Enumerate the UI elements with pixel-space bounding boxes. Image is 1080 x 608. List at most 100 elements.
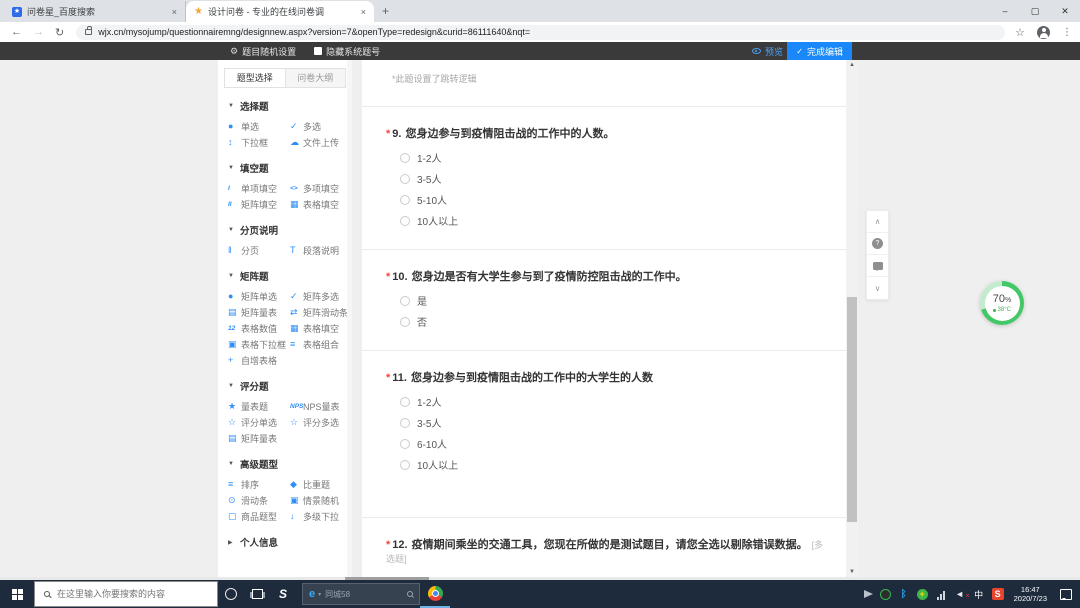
option-row[interactable]: 10人以上 (400, 454, 826, 475)
sidebar-item[interactable]: + 自增表格 (228, 352, 290, 368)
question-block[interactable]: *12.疫情期间乘坐的交通工具，您现在所做的是测试题目，请您全选以剔除错误数据。… (362, 518, 846, 577)
radio-icon[interactable] (400, 460, 410, 470)
sidebar-item[interactable]: ↓ 多级下拉 (290, 508, 350, 524)
sidebar-item[interactable]: ↕ 下拉框 (228, 134, 290, 150)
sidebar-item[interactable]: ▢ 商品题型 (228, 508, 290, 524)
sidebar-item[interactable]: NPS NPS量表 (290, 398, 350, 414)
sidebar-section-header[interactable]: ▼ 填空题 (228, 162, 352, 174)
scroll-up-icon[interactable]: ▲ (846, 60, 858, 70)
maximize-icon[interactable]: ▢ (1020, 6, 1050, 17)
taskbar-news-widget[interactable]: e ▾ 同城58 (302, 583, 420, 605)
question-block[interactable]: *11.您身边参与到疫情阻击战的工作中的大学生的人数 1-2人 3-5人 6-1… (362, 351, 846, 518)
profile-avatar-icon[interactable] (1037, 26, 1050, 39)
sidebar-item[interactable]: <> 多项填空 (290, 180, 350, 196)
sidebar-item[interactable]: I 单项填空 (228, 180, 290, 196)
radio-icon[interactable] (400, 397, 410, 407)
pinned-app-button[interactable]: S (270, 580, 296, 608)
close-icon[interactable]: ✕ (1050, 6, 1080, 17)
radio-icon[interactable] (400, 439, 410, 449)
sidebar-item[interactable]: ▤ 矩阵量表 (228, 304, 290, 320)
tab-question-types[interactable]: 题型选择 (224, 68, 286, 88)
sidebar-item[interactable]: ⇄ 矩阵滑动条 (290, 304, 350, 320)
scroll-bottom-button[interactable]: ∨ (867, 277, 888, 299)
option-row[interactable]: 1-2人 (400, 147, 826, 168)
sidebar-item[interactable]: II 矩阵填空 (228, 196, 290, 212)
editor-scrollbar[interactable]: ▲ ▼ (846, 60, 858, 577)
sidebar-section-header[interactable]: ▼ 评分题 (228, 380, 352, 392)
sidebar-item[interactable]: ☁ 文件上传 (290, 134, 350, 150)
sidebar-item[interactable]: ▦ 表格填空 (290, 320, 350, 336)
sidebar-item[interactable]: ‖ 分页 (228, 242, 290, 258)
option-row[interactable]: 否 (400, 311, 826, 332)
radio-icon[interactable] (400, 153, 410, 163)
radio-icon[interactable] (400, 174, 410, 184)
browser-tab-2-active[interactable]: ★ 设计问卷 - 专业的在线问卷调 × (186, 1, 374, 22)
search-input[interactable] (57, 589, 207, 599)
finish-edit-button[interactable]: ✓ 完成编辑 (787, 42, 852, 60)
refresh-icon[interactable]: ↻ (55, 26, 64, 39)
option-row[interactable]: 3-5人 (400, 412, 826, 433)
sidebar-item[interactable]: ☆ 评分单选 (228, 414, 290, 430)
sidebar-item[interactable]: ⊙ 滑动条 (228, 492, 290, 508)
radio-icon[interactable] (400, 296, 410, 306)
sidebar-section-header[interactable]: ▼ 高级题型 (228, 458, 352, 470)
tab-outline[interactable]: 问卷大纲 (286, 68, 347, 88)
radio-icon[interactable] (400, 418, 410, 428)
minimize-icon[interactable]: – (990, 6, 1020, 16)
question-block[interactable]: *10.您身边是否有大学生参与到了疫情防控阻击战的工作中。 是 否 (362, 250, 846, 351)
task-view-button[interactable] (244, 580, 270, 608)
volume-muted-icon[interactable]: ◄ (954, 588, 966, 600)
sidebar-scrollbar[interactable] (347, 60, 352, 580)
preview-button[interactable]: 预览 (752, 42, 783, 60)
sidebar-item[interactable]: ▣ 表格下拉框 (228, 336, 290, 352)
scroll-down-icon[interactable]: ▼ (846, 567, 858, 577)
random-settings-button[interactable]: 题目随机设置 (242, 45, 296, 58)
sidebar-item[interactable]: ▤ 矩阵量表 (228, 430, 290, 446)
url-box[interactable]: wjx.cn/mysojump/questionnairemng/designn… (76, 25, 1005, 40)
forward-icon[interactable]: → (33, 26, 44, 38)
tray-plane-icon[interactable] (864, 590, 873, 598)
option-row[interactable]: 3-5人 (400, 168, 826, 189)
new-tab-button[interactable]: + (382, 4, 389, 18)
sidebar-section-header[interactable]: ▼ 矩阵题 (228, 270, 352, 282)
bluetooth-icon[interactable]: ᛒ (898, 588, 910, 600)
option-row[interactable]: 10人以上 (400, 210, 826, 231)
option-row[interactable]: 6-10人 (400, 433, 826, 454)
radio-icon[interactable] (400, 317, 410, 327)
sidebar-item[interactable]: ✓ 矩阵多选 (290, 288, 350, 304)
sidebar-item[interactable]: T 段落说明 (290, 242, 350, 258)
hide-number-checkbox[interactable] (314, 47, 322, 55)
sidebar-item[interactable]: ≡ 表格组合 (290, 336, 350, 352)
sidebar-item[interactable]: ● 单选 (228, 118, 290, 134)
scrollbar-thumb[interactable] (847, 297, 857, 522)
sidebar-item[interactable]: ▦ 表格填空 (290, 196, 350, 212)
input-language-icon[interactable]: 中 (973, 588, 985, 600)
sidebar-item[interactable]: ● 矩阵单选 (228, 288, 290, 304)
radio-icon[interactable] (400, 216, 410, 226)
taskbar-search-box[interactable] (34, 581, 218, 607)
sidebar-section-header[interactable]: ▼ 选择题 (228, 100, 352, 112)
option-row[interactable]: 1-2人 (400, 391, 826, 412)
taskbar-clock[interactable]: 16:47 2020/7/23 (1014, 585, 1047, 603)
start-button[interactable] (0, 580, 34, 608)
sidebar-section-header[interactable]: ▼ 分页说明 (228, 224, 352, 236)
sidebar-item[interactable]: ✓ 多选 (290, 118, 350, 134)
tray-health-icon[interactable]: + (917, 589, 928, 600)
sidebar-item[interactable]: ☆ 评分多选 (290, 414, 350, 430)
sidebar-item[interactable]: ★ 量表题 (228, 398, 290, 414)
tab-close-icon[interactable]: × (361, 7, 366, 17)
sidebar-item[interactable]: ≡ 排序 (228, 476, 290, 492)
sogou-input-icon[interactable]: S (992, 588, 1004, 600)
feedback-button[interactable] (867, 255, 888, 277)
browser-tab-1[interactable]: ★ 问卷星_百度搜索 × (4, 1, 186, 22)
network-icon[interactable] (935, 588, 947, 600)
option-row[interactable]: 5-10人 (400, 189, 826, 210)
sidebar-item[interactable]: 12 表格数值 (228, 320, 290, 336)
tray-sync-icon[interactable] (880, 589, 891, 600)
back-icon[interactable]: ← (11, 26, 22, 38)
sidebar-section-header[interactable]: ▶ 个人信息 (228, 536, 352, 548)
sidebar-item[interactable]: ◆ 比重题 (290, 476, 350, 492)
question-block[interactable]: *9.您身边参与到疫情阻击战的工作中的人数。 1-2人 3-5人 5-10人 1… (362, 107, 846, 250)
radio-icon[interactable] (400, 195, 410, 205)
option-row[interactable]: 是 (400, 290, 826, 311)
